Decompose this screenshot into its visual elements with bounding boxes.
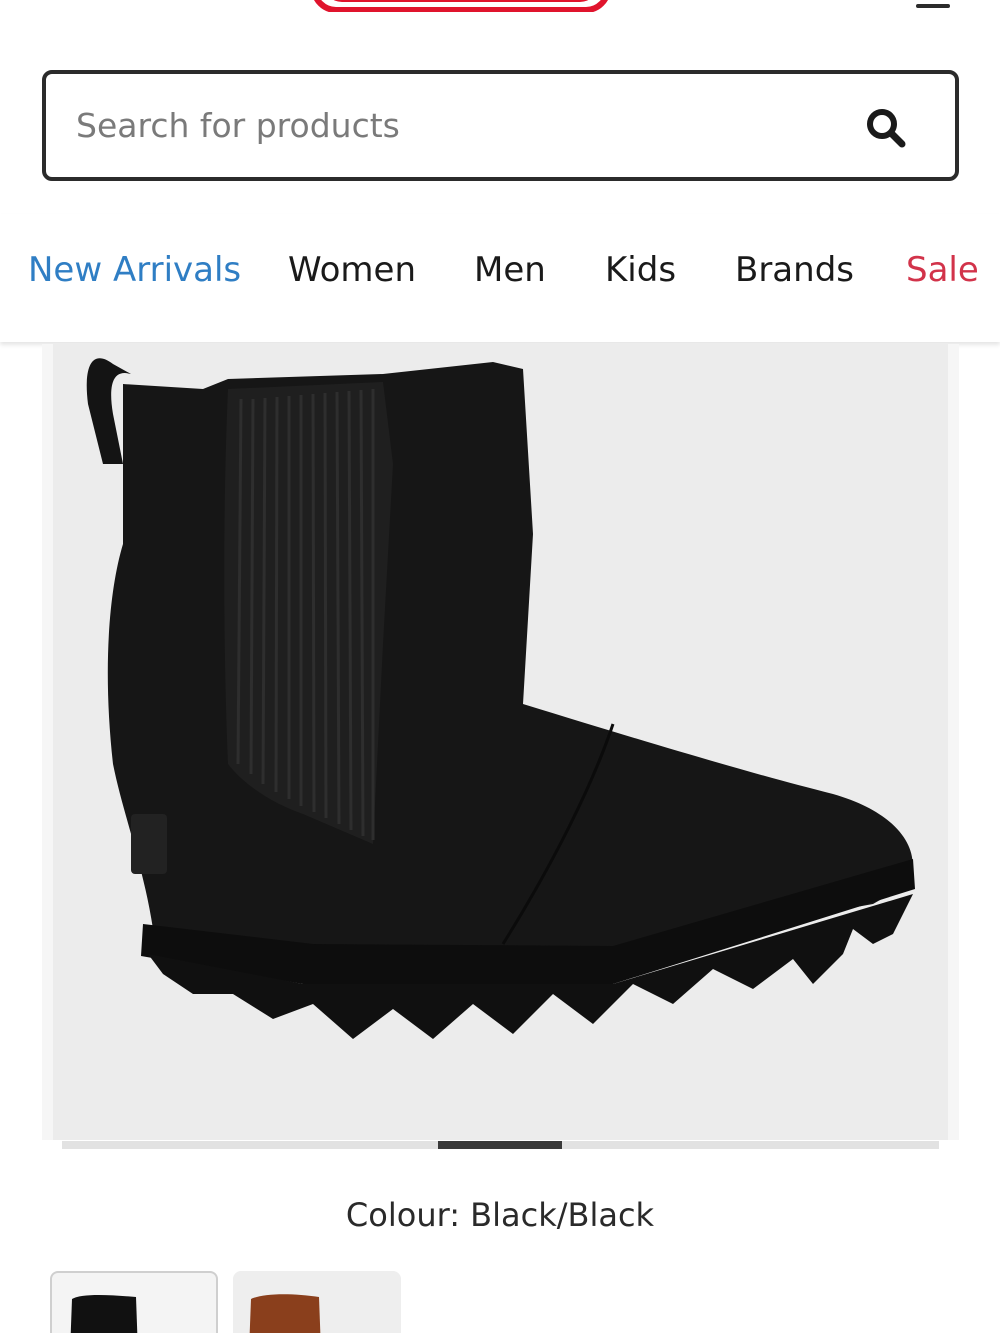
black-boot-thumbnail-icon xyxy=(70,1295,138,1333)
product-image-gallery[interactable] xyxy=(42,344,959,1140)
nav-item-sale[interactable]: Sale xyxy=(906,250,979,290)
gallery-scroll-thumb[interactable] xyxy=(438,1141,562,1149)
search-icon[interactable] xyxy=(864,106,908,150)
category-nav: New Arrivals Women Men Kids Brands Sale xyxy=(0,214,1000,342)
nav-item-men[interactable]: Men xyxy=(474,250,546,290)
colour-value: Black/Black xyxy=(470,1196,655,1234)
nav-item-new-arrivals[interactable]: New Arrivals xyxy=(28,250,241,290)
search-bar xyxy=(42,70,959,181)
hamburger-menu-icon[interactable] xyxy=(914,0,954,10)
colour-swatch-brown[interactable] xyxy=(233,1271,401,1333)
search-input[interactable] xyxy=(76,74,836,177)
brand-logo[interactable] xyxy=(300,0,620,12)
nav-item-women[interactable]: Women xyxy=(288,250,416,290)
colour-label: Colour: xyxy=(345,1196,460,1234)
colour-swatch-black[interactable] xyxy=(50,1271,218,1333)
colour-info: Colour: Black/Black xyxy=(0,1196,1000,1234)
black-wedge-chelsea-boot-image xyxy=(86,358,915,1039)
brown-boot-thumbnail-icon xyxy=(249,1294,321,1333)
nav-item-brands[interactable]: Brands xyxy=(735,250,854,290)
nav-item-kids[interactable]: Kids xyxy=(605,250,676,290)
